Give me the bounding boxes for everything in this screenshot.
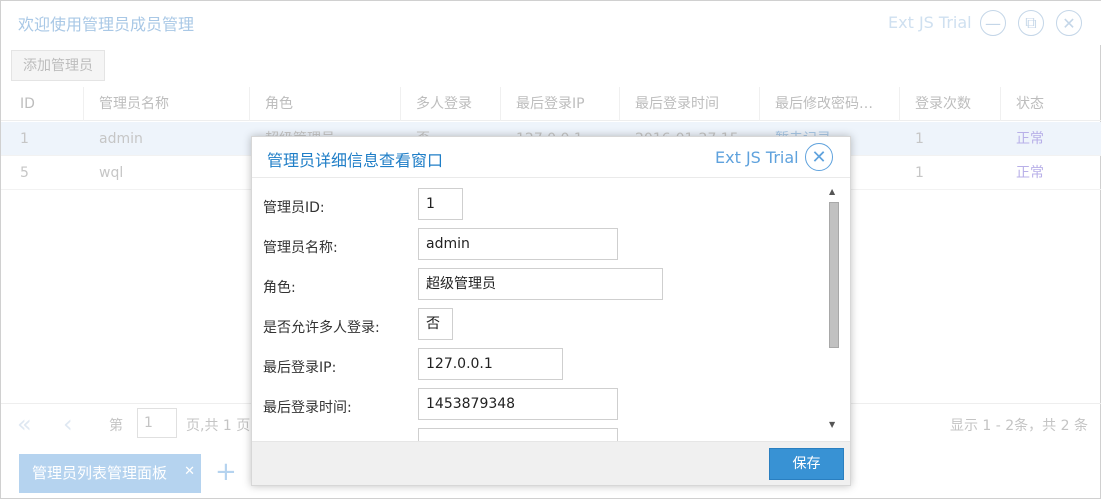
tab-close-icon[interactable]: ✕: [184, 452, 195, 491]
window-trial-label: Ext JS Trial: [715, 148, 799, 167]
cell-status: 正常: [1016, 165, 1044, 181]
cell-id: 1: [20, 131, 29, 147]
first-page-icon[interactable]: «: [17, 410, 32, 438]
cell-name: wql: [99, 165, 124, 181]
admin-id-field[interactable]: 1: [418, 188, 463, 220]
panel-title: 欢迎使用管理员成员管理: [18, 15, 195, 34]
paging-info: 显示 1 - 2条，共 2 条: [949, 418, 1088, 434]
scroll-down-icon[interactable]: ▼: [829, 420, 835, 429]
page-input[interactable]: 1: [137, 408, 177, 438]
minimize-icon[interactable]: —: [980, 10, 1006, 36]
grid-header: ID 管理员名称 角色 多人登录 最后登录IP 最后登录时间 最后修改密码… 登…: [1, 87, 1101, 121]
field-label-name: 管理员名称:: [263, 240, 338, 256]
col-status[interactable]: 状态: [1001, 87, 1101, 121]
detail-window: 管理员详细信息查看窗口 Ext JS Trial ✕ 管理员ID: 1 管理员名…: [251, 136, 851, 486]
scroll-thumb[interactable]: [829, 202, 839, 348]
col-role[interactable]: 角色: [250, 87, 401, 121]
tab-label: 管理员列表管理面板: [32, 464, 168, 482]
tab-admin-list[interactable]: 管理员列表管理面板 ✕: [19, 454, 201, 493]
field-label-multi: 是否允许多人登录:: [263, 320, 380, 336]
multi-login-field[interactable]: 否: [418, 308, 453, 340]
add-tab-icon[interactable]: +: [215, 457, 237, 487]
last-ip-field[interactable]: 127.0.0.1: [418, 348, 563, 380]
close-icon[interactable]: ✕: [805, 143, 833, 171]
cell-status: 正常: [1016, 131, 1044, 147]
page-total: 页,共 1 页: [186, 418, 251, 434]
col-name[interactable]: 管理员名称: [84, 87, 250, 121]
field-label-time: 最后登录时间:: [263, 400, 352, 416]
cell-count: 1: [915, 165, 924, 181]
window-title: 管理员详细信息查看窗口: [267, 151, 444, 170]
last-login-time-field[interactable]: 1453879348: [418, 388, 618, 420]
role-field[interactable]: 超级管理员: [418, 268, 663, 300]
cell-count: 1: [915, 131, 924, 147]
field-label-role: 角色:: [263, 280, 296, 296]
col-ip[interactable]: 最后登录IP: [501, 87, 620, 121]
next-field[interactable]: [418, 428, 618, 441]
col-count[interactable]: 登录次数: [900, 87, 1001, 121]
page-label: 第: [109, 418, 123, 434]
form-scrollbar[interactable]: ▲ ▼: [827, 187, 841, 431]
col-id[interactable]: ID: [5, 87, 84, 121]
detail-form: 管理员ID: 1 管理员名称: admin 角色: 超级管理员 是否允许多人登录…: [252, 179, 850, 441]
add-admin-button[interactable]: 添加管理员: [11, 50, 105, 81]
close-icon[interactable]: ✕: [1056, 10, 1082, 36]
col-pwd[interactable]: 最后修改密码…: [760, 87, 900, 121]
toolbar: 添加管理员: [1, 45, 1101, 85]
field-label-ip: 最后登录IP:: [263, 360, 337, 376]
save-button[interactable]: 保存: [769, 448, 844, 480]
window-footer: 保存: [252, 441, 850, 485]
cell-id: 5: [20, 165, 29, 181]
restore-icon[interactable]: ⧉: [1018, 10, 1044, 36]
admin-name-field[interactable]: admin: [418, 228, 618, 260]
col-multi[interactable]: 多人登录: [401, 87, 501, 121]
col-time[interactable]: 最后登录时间: [620, 87, 760, 121]
prev-page-icon[interactable]: ‹: [63, 410, 73, 438]
cell-name: admin: [99, 131, 143, 147]
scroll-up-icon[interactable]: ▲: [829, 187, 835, 196]
main-header: 欢迎使用管理员成员管理 Ext JS Trial — ⧉ ✕: [1, 1, 1101, 45]
window-header: 管理员详细信息查看窗口 Ext JS Trial ✕: [252, 137, 850, 178]
field-label-id: 管理员ID:: [263, 200, 325, 216]
trial-label: Ext JS Trial: [888, 13, 972, 32]
